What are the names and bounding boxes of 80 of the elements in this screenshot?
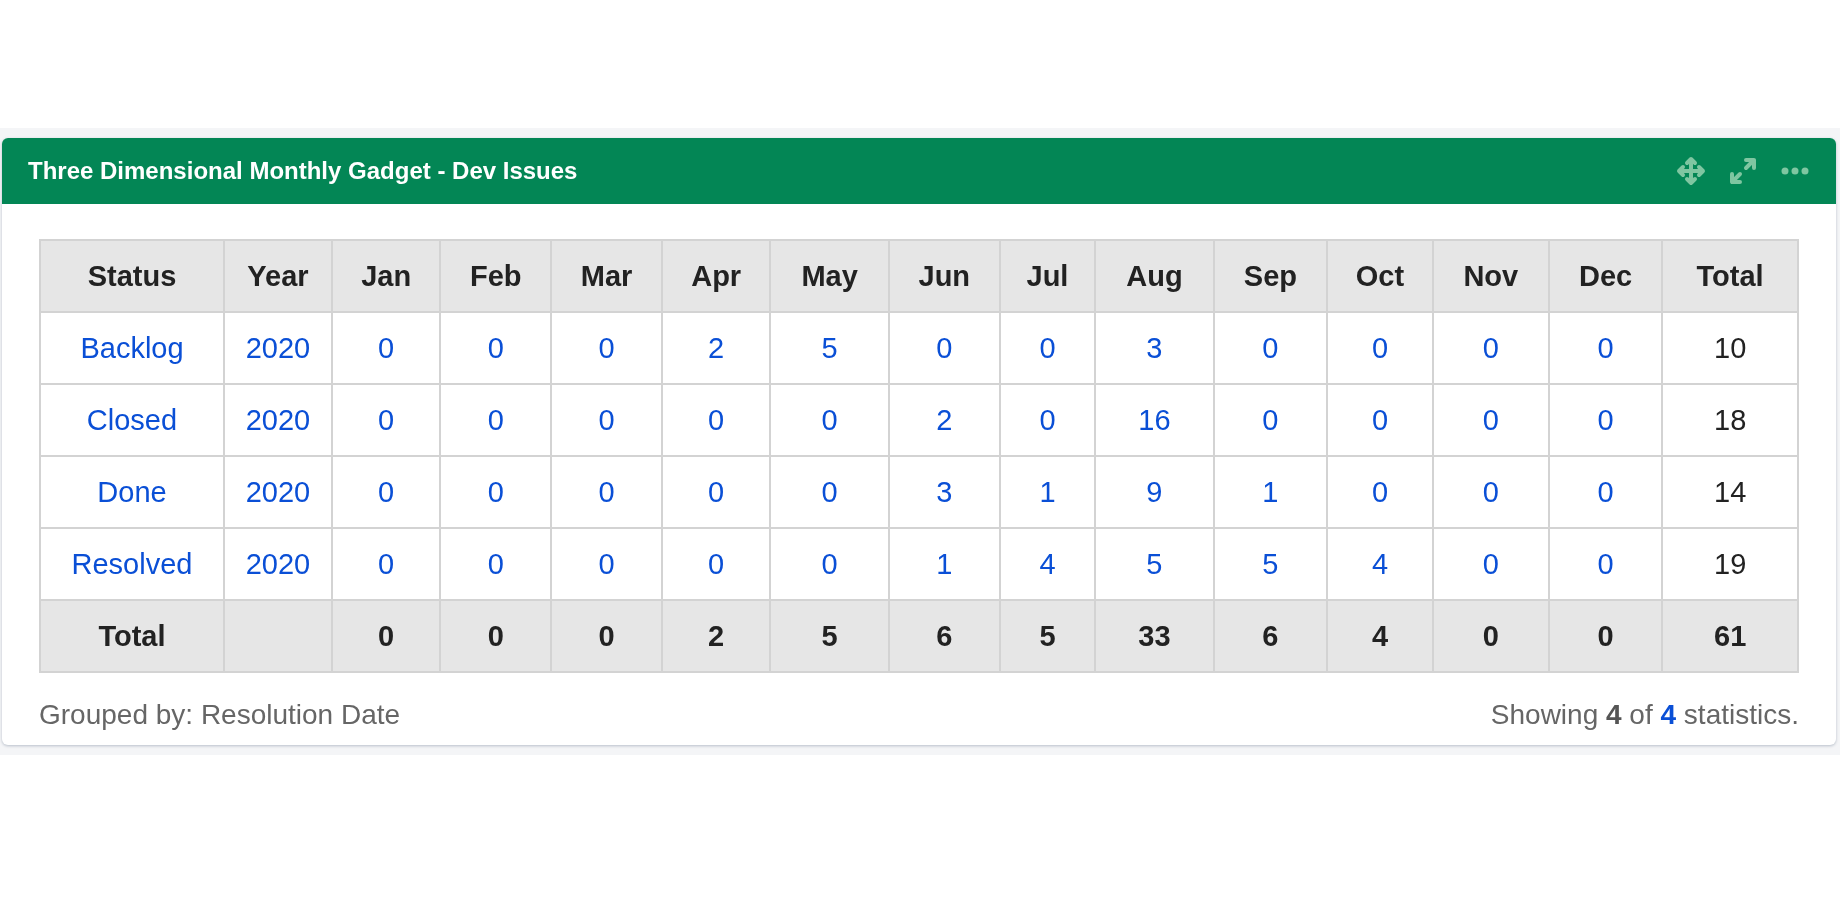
year-link[interactable]: 2020 <box>224 312 332 384</box>
grand-total-cell: 61 <box>1662 600 1798 672</box>
column-header: Oct <box>1327 240 1433 312</box>
column-header: Apr <box>662 240 771 312</box>
month-total-cell: 0 <box>551 600 663 672</box>
count-link[interactable]: 0 <box>770 456 889 528</box>
count-link[interactable]: 0 <box>1432 456 1549 528</box>
count-link[interactable]: 0 <box>551 384 663 456</box>
column-header: Total <box>1662 240 1798 312</box>
column-header: May <box>770 240 889 312</box>
column-header: Feb <box>440 240 552 312</box>
count-link[interactable]: 2 <box>888 384 1000 456</box>
expand-icon[interactable] <box>1728 156 1758 186</box>
column-header: Jul <box>999 240 1096 312</box>
count-link[interactable]: 0 <box>1327 312 1433 384</box>
count-link[interactable]: 1 <box>999 456 1096 528</box>
count-link[interactable]: 0 <box>440 384 552 456</box>
count-link[interactable]: 9 <box>1095 456 1214 528</box>
column-header: Status <box>40 240 224 312</box>
month-total-cell: 6 <box>1213 600 1328 672</box>
column-header: Mar <box>551 240 663 312</box>
count-link[interactable]: 0 <box>888 312 1000 384</box>
month-total-cell: 4 <box>1327 600 1433 672</box>
count-link[interactable]: 5 <box>770 312 889 384</box>
count-link[interactable]: 0 <box>1548 384 1663 456</box>
count-link[interactable]: 0 <box>1327 456 1433 528</box>
row-total-cell: 18 <box>1662 384 1798 456</box>
month-total-cell: 6 <box>888 600 1000 672</box>
month-total-cell: 0 <box>332 600 441 672</box>
month-total-cell: 5 <box>999 600 1096 672</box>
count-link[interactable]: 0 <box>1327 384 1433 456</box>
statistics-count-link[interactable]: 4 <box>1660 699 1677 730</box>
year-link[interactable]: 2020 <box>224 384 332 456</box>
gadget-title: Three Dimensional Monthly Gadget - Dev Issues <box>28 157 578 185</box>
count-link[interactable]: 0 <box>999 384 1096 456</box>
month-total-cell: 0 <box>440 600 552 672</box>
count-link[interactable]: 0 <box>999 312 1096 384</box>
count-link[interactable]: 0 <box>551 312 663 384</box>
column-header: Jun <box>888 240 1000 312</box>
status-link[interactable]: Done <box>40 456 224 528</box>
count-link[interactable]: 0 <box>662 384 771 456</box>
count-link[interactable]: 0 <box>332 456 441 528</box>
status-link[interactable]: Backlog <box>40 312 224 384</box>
count-link[interactable]: 0 <box>440 312 552 384</box>
row-total-cell: 10 <box>1662 312 1798 384</box>
column-header: Jan <box>332 240 441 312</box>
count-link[interactable]: 0 <box>332 312 441 384</box>
column-header: Nov <box>1432 240 1549 312</box>
total-label-cell: Total <box>40 600 224 672</box>
count-link[interactable]: 16 <box>1095 384 1214 456</box>
count-link[interactable]: 3 <box>888 456 1000 528</box>
count-link[interactable]: 0 <box>662 456 771 528</box>
count-link[interactable]: 0 <box>1548 312 1663 384</box>
month-total-cell: 5 <box>770 600 889 672</box>
move-arrows-icon[interactable] <box>1676 156 1706 186</box>
count-link[interactable]: 2 <box>662 312 771 384</box>
month-total-cell: 0 <box>1548 600 1663 672</box>
month-total-cell: 0 <box>1432 600 1549 672</box>
row-total-cell: 14 <box>1662 456 1798 528</box>
column-header: Aug <box>1095 240 1214 312</box>
count-link[interactable]: 0 <box>332 384 441 456</box>
statistics-summary: Showing 4 of 4 statistics. <box>1490 699 1799 731</box>
count-link[interactable]: 3 <box>1095 312 1214 384</box>
month-total-cell: 2 <box>662 600 771 672</box>
count-link[interactable]: 0 <box>551 456 663 528</box>
grouped-by-text: Grouped by: Resolution Date <box>39 699 401 731</box>
status-link[interactable]: Closed <box>40 384 224 456</box>
count-link[interactable]: 0 <box>1213 384 1328 456</box>
count-link[interactable]: 0 <box>1432 384 1549 456</box>
count-link[interactable]: 0 <box>1432 312 1549 384</box>
count-link[interactable]: 0 <box>1548 456 1663 528</box>
count-link[interactable]: 1 <box>1213 456 1328 528</box>
month-total-cell: 33 <box>1095 600 1214 672</box>
column-header: Year <box>224 240 332 312</box>
column-header: Sep <box>1213 240 1328 312</box>
column-header: Dec <box>1548 240 1663 312</box>
count-link[interactable]: 0 <box>770 384 889 456</box>
count-link[interactable]: 0 <box>1213 312 1328 384</box>
year-link[interactable]: 2020 <box>224 456 332 528</box>
count-link[interactable]: 0 <box>440 456 552 528</box>
